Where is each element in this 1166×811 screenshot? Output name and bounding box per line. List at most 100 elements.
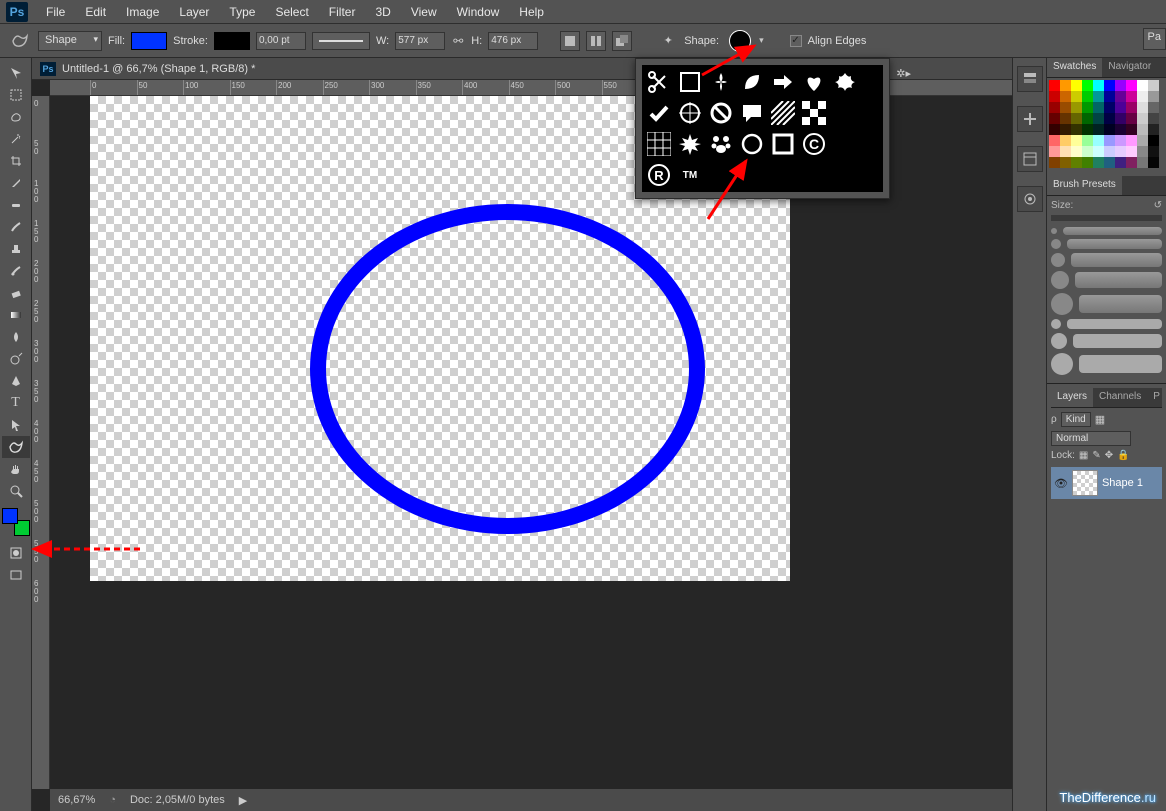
stroke-style-select[interactable]: [312, 32, 370, 50]
swatch-cell[interactable]: [1148, 157, 1159, 168]
swatch-cell[interactable]: [1093, 91, 1104, 102]
swatch-cell[interactable]: [1049, 102, 1060, 113]
shape-option-no[interactable]: [706, 98, 736, 128]
swatch-cell[interactable]: [1104, 102, 1115, 113]
swatch-cell[interactable]: [1049, 146, 1060, 157]
swatch-cell[interactable]: [1115, 80, 1126, 91]
shape-option-checker[interactable]: [799, 98, 829, 128]
layer-filter-kind[interactable]: Kind: [1061, 412, 1091, 427]
swatch-cell[interactable]: [1137, 102, 1148, 113]
swatch-cell[interactable]: [1137, 80, 1148, 91]
swatch-cell[interactable]: [1148, 135, 1159, 146]
swatch-cell[interactable]: [1060, 91, 1071, 102]
swatch-cell[interactable]: [1137, 91, 1148, 102]
menu-help[interactable]: Help: [509, 1, 554, 23]
quick-mask-toggle[interactable]: [2, 542, 30, 564]
shape-option-arrow-right[interactable]: [768, 67, 798, 97]
swatch-cell[interactable]: [1126, 135, 1137, 146]
swatch-cell[interactable]: [1104, 113, 1115, 124]
swatch-cell[interactable]: [1071, 80, 1082, 91]
swatch-cell[interactable]: [1049, 157, 1060, 168]
swatch-cell[interactable]: [1071, 102, 1082, 113]
marquee-tool[interactable]: [2, 84, 30, 106]
crop-tool[interactable]: [2, 150, 30, 172]
swatch-cell[interactable]: [1082, 91, 1093, 102]
swatch-cell[interactable]: [1093, 124, 1104, 135]
brush-preset-4[interactable]: [1051, 271, 1162, 289]
path-select-tool[interactable]: [2, 414, 30, 436]
shape-option-splat[interactable]: [830, 67, 860, 97]
menu-edit[interactable]: Edit: [75, 1, 116, 23]
menu-3d[interactable]: 3D: [365, 1, 400, 23]
swatch-cell[interactable]: [1115, 157, 1126, 168]
link-wh-icon[interactable]: ⚯: [451, 34, 465, 48]
eraser-tool[interactable]: [2, 282, 30, 304]
swatch-cell[interactable]: [1049, 124, 1060, 135]
dock-adjustments-icon[interactable]: [1017, 186, 1043, 212]
swatch-cell[interactable]: [1137, 146, 1148, 157]
swatch-cell[interactable]: [1104, 157, 1115, 168]
canvas-viewport[interactable]: [50, 96, 1012, 789]
layers-tab[interactable]: Layers: [1051, 388, 1093, 407]
swatch-cell[interactable]: [1093, 113, 1104, 124]
pen-tool[interactable]: [2, 370, 30, 392]
lasso-tool[interactable]: [2, 106, 30, 128]
swatch-cell[interactable]: [1115, 102, 1126, 113]
brush-reset-icon[interactable]: ↺: [1154, 200, 1162, 211]
dock-actions-icon[interactable]: [1017, 106, 1043, 132]
shape-option-check[interactable]: [644, 98, 674, 128]
shape-option-diagonal[interactable]: [768, 98, 798, 128]
swatch-cell[interactable]: [1148, 113, 1159, 124]
shape-1-blue-ring[interactable]: [310, 204, 705, 534]
brush-preset-7[interactable]: [1051, 333, 1162, 349]
dock-properties-icon[interactable]: [1017, 146, 1043, 172]
swatch-cell[interactable]: [1126, 146, 1137, 157]
brush-size-slider[interactable]: [1051, 215, 1162, 221]
swatch-cell[interactable]: [1060, 80, 1071, 91]
blend-mode-select[interactable]: Normal: [1051, 431, 1131, 446]
swatch-cell[interactable]: [1049, 113, 1060, 124]
swatch-cell[interactable]: [1126, 124, 1137, 135]
swatch-cell[interactable]: [1082, 80, 1093, 91]
swatch-cell[interactable]: [1104, 80, 1115, 91]
swatch-cell[interactable]: [1071, 146, 1082, 157]
shape-picker-menu-icon[interactable]: ✲▸: [896, 67, 911, 80]
width-input[interactable]: [395, 32, 445, 50]
blur-tool[interactable]: [2, 326, 30, 348]
swatch-cell[interactable]: [1049, 135, 1060, 146]
swatch-cell[interactable]: [1071, 91, 1082, 102]
swatch-cell[interactable]: [1060, 102, 1071, 113]
dodge-tool[interactable]: [2, 348, 30, 370]
lock-brush-icon[interactable]: ✎: [1092, 450, 1100, 461]
lock-all-icon[interactable]: 🔒: [1117, 450, 1129, 461]
shape-option-speech[interactable]: [737, 98, 767, 128]
magic-wand-tool[interactable]: [2, 128, 30, 150]
menu-file[interactable]: File: [36, 1, 75, 23]
swatch-cell[interactable]: [1082, 146, 1093, 157]
gradient-tool[interactable]: [2, 304, 30, 326]
swatch-cell[interactable]: [1071, 124, 1082, 135]
stroke-swatch[interactable]: [214, 32, 250, 50]
layer-name[interactable]: Shape 1: [1102, 477, 1143, 489]
menu-image[interactable]: Image: [116, 1, 169, 23]
swatch-cell[interactable]: [1137, 113, 1148, 124]
swatch-cell[interactable]: [1093, 102, 1104, 113]
swatch-cell[interactable]: [1148, 80, 1159, 91]
layer-visibility-icon[interactable]: 👁: [1054, 477, 1068, 490]
brush-preset-1[interactable]: [1051, 227, 1162, 235]
align-edges-checkbox[interactable]: ✓: [790, 35, 802, 47]
swatch-cell[interactable]: [1126, 102, 1137, 113]
eyedropper-tool[interactable]: [2, 172, 30, 194]
type-tool[interactable]: T: [2, 392, 30, 414]
tool-mode-select[interactable]: Shape: [38, 31, 102, 51]
screen-mode-toggle[interactable]: [2, 564, 30, 586]
stamp-tool[interactable]: [2, 238, 30, 260]
swatch-cell[interactable]: [1126, 157, 1137, 168]
swatch-cell[interactable]: [1093, 157, 1104, 168]
menu-type[interactable]: Type: [219, 1, 265, 23]
menu-view[interactable]: View: [401, 1, 447, 23]
swatch-cell[interactable]: [1104, 124, 1115, 135]
path-arrange[interactable]: [612, 31, 632, 51]
path-align[interactable]: [586, 31, 606, 51]
healing-tool[interactable]: [2, 194, 30, 216]
